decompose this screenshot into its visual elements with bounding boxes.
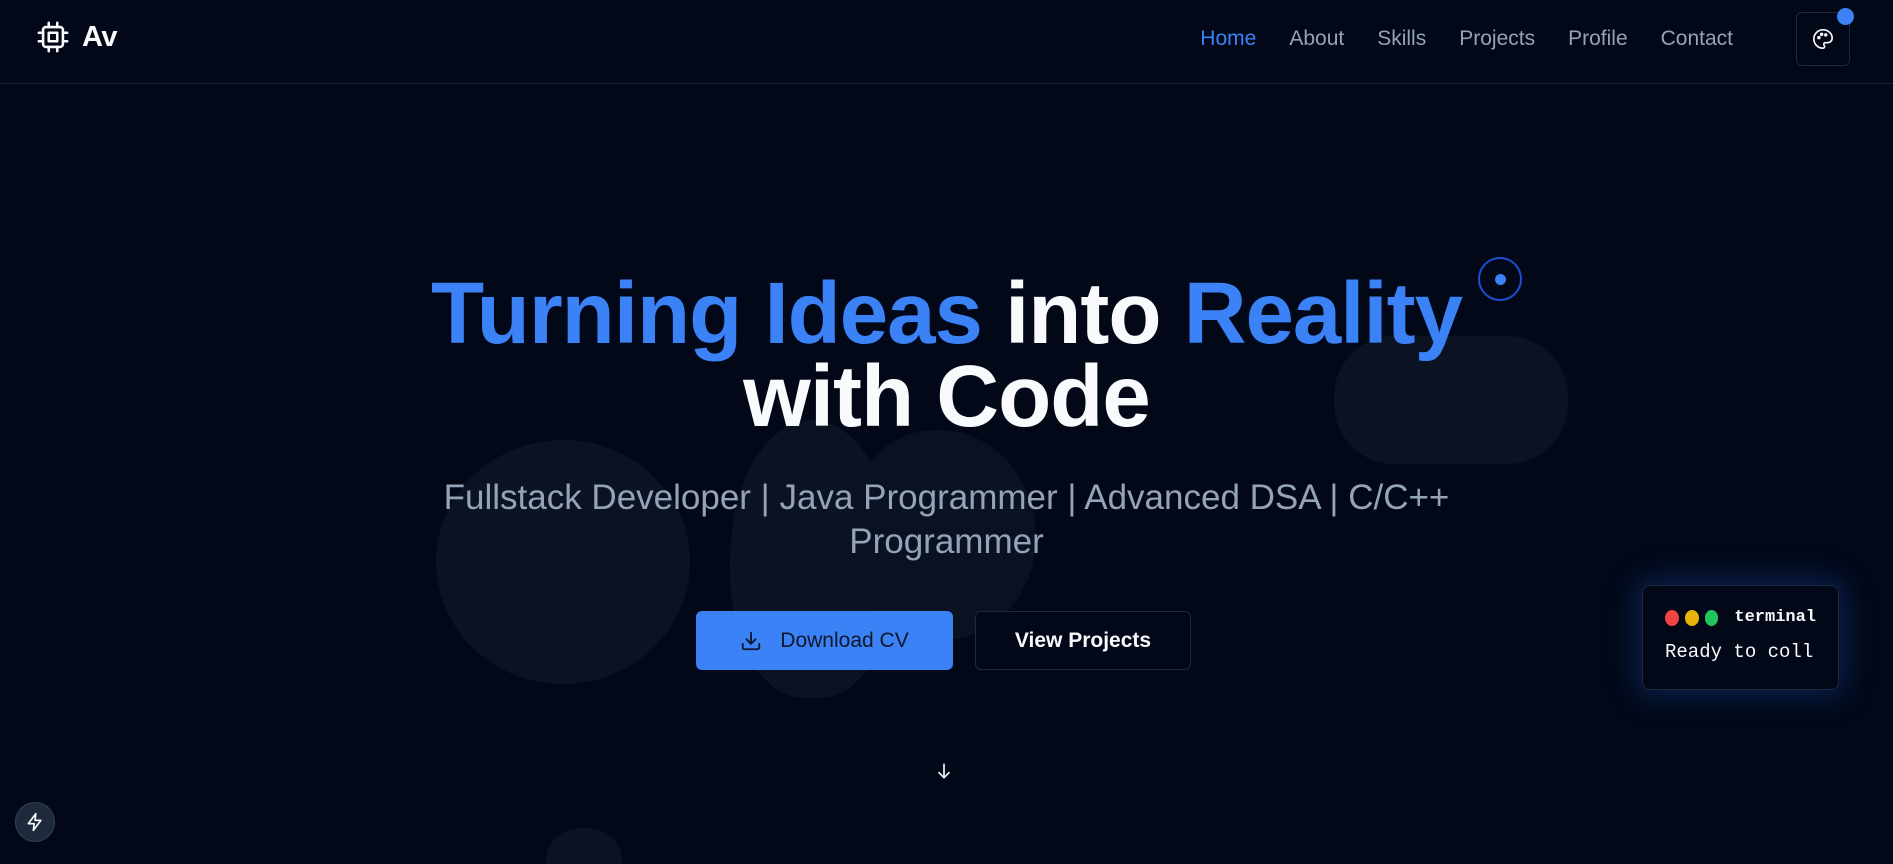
terminal-dot-red	[1665, 609, 1679, 626]
terminal-header: terminal	[1665, 608, 1816, 627]
hero-title-highlight: Reality	[1183, 265, 1463, 362]
nav-link-about[interactable]: About	[1289, 27, 1344, 51]
cpu-chip-icon	[37, 21, 69, 53]
palette-icon	[1813, 29, 1833, 49]
arrow-down-icon[interactable]	[934, 761, 954, 781]
download-cv-label: Download CV	[780, 628, 909, 652]
terminal-widget: terminal Ready to coll	[1642, 585, 1839, 690]
terminal-dot-yellow	[1684, 609, 1699, 626]
navbar: Av Home About Skills Projects Profile Co…	[0, 0, 1893, 84]
terminal-title: terminal	[1734, 608, 1817, 627]
nav-link-contact[interactable]: Contact	[1661, 27, 1733, 51]
nav-link-profile[interactable]: Profile	[1568, 27, 1628, 51]
download-cv-button[interactable]: Download CV	[696, 611, 953, 670]
view-projects-button[interactable]: View Projects	[975, 611, 1191, 670]
hero-title-text: with Code	[743, 348, 1151, 445]
brand-text: Av	[82, 20, 118, 53]
notification-dot	[1837, 8, 1854, 25]
quick-action-button[interactable]	[15, 802, 55, 842]
hero-title: Turning Ideas into Reality with Code	[0, 270, 1893, 440]
terminal-text: Ready to coll	[1665, 641, 1814, 663]
theme-button[interactable]	[1796, 8, 1854, 66]
lightning-bolt-icon	[27, 812, 42, 832]
download-icon	[742, 631, 761, 650]
hero-subtitle: Fullstack Developer | Java Programmer | …	[443, 478, 1450, 561]
nav-link-home[interactable]: Home	[1200, 27, 1256, 51]
nav-link-skills[interactable]: Skills	[1377, 27, 1426, 51]
nav-link-projects[interactable]: Projects	[1459, 27, 1535, 51]
brand-logo[interactable]: Av	[36, 20, 118, 54]
terminal-dot-green	[1704, 609, 1719, 626]
main-nav: Home About Skills Projects Profile Conta…	[1200, 0, 1733, 78]
background-blob	[546, 828, 622, 864]
